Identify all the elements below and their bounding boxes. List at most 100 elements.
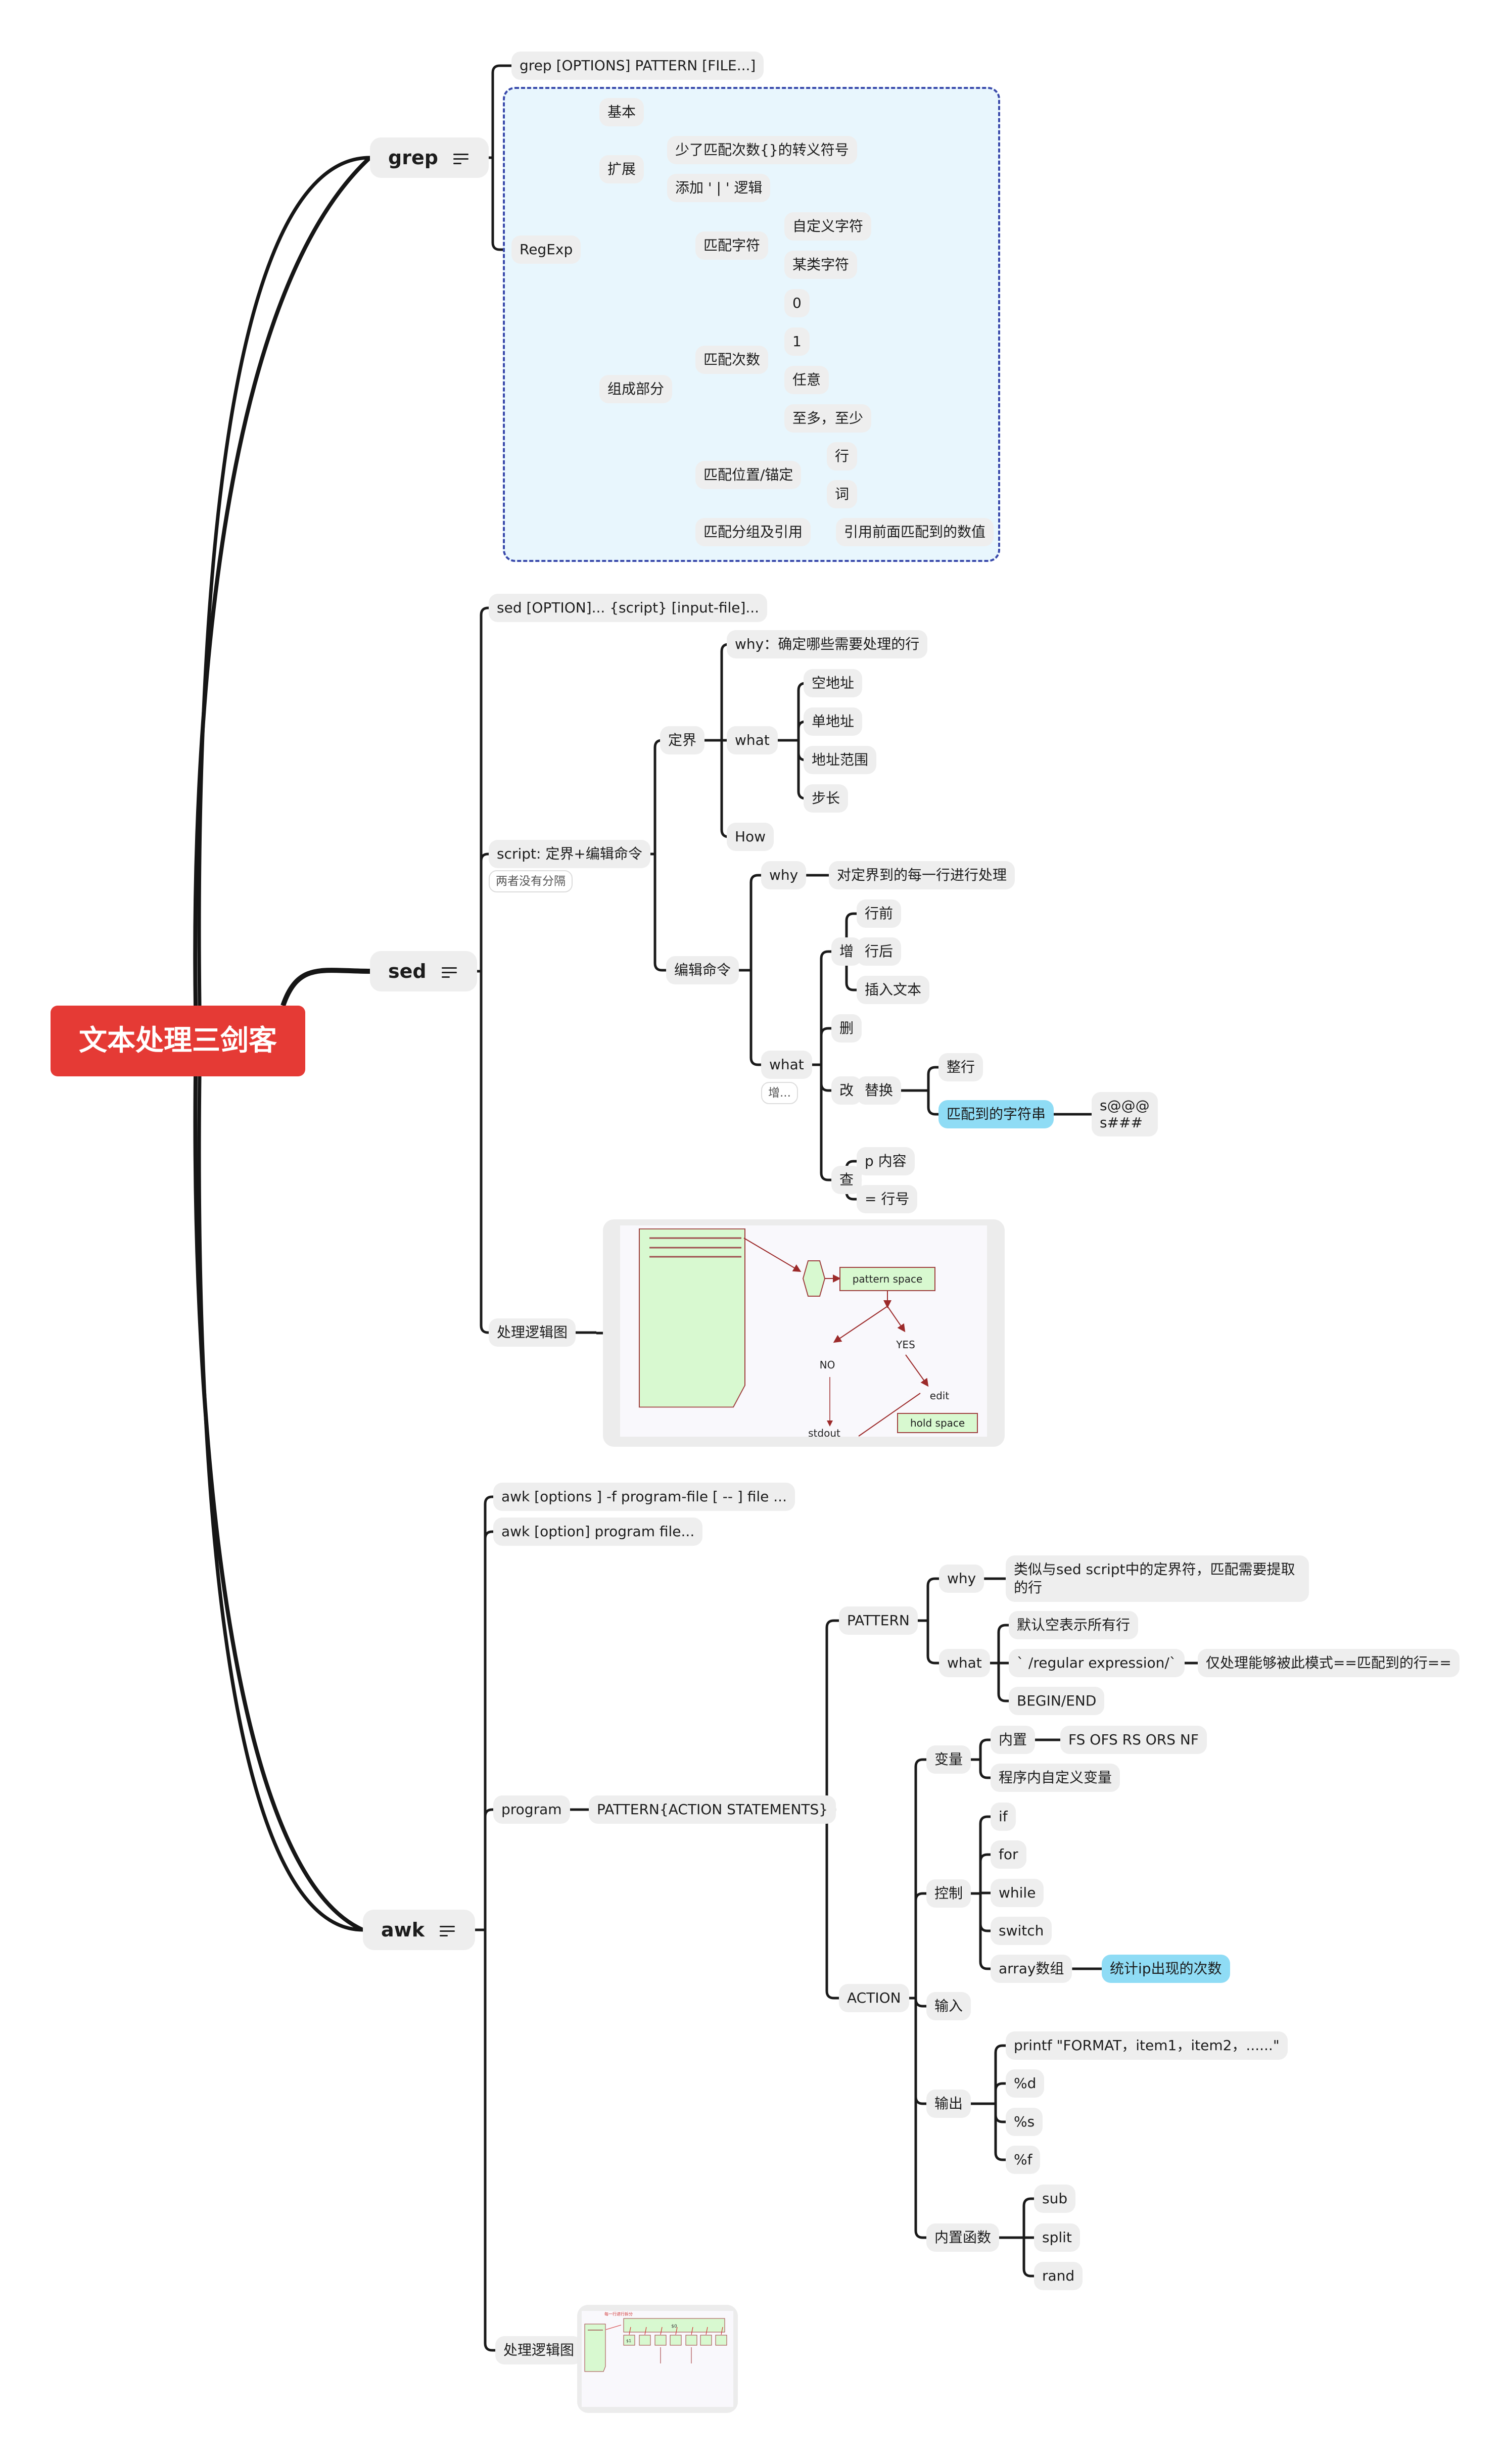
stdout-label: stdout (808, 1427, 840, 1437)
regex-detail[interactable]: 仅处理能够被此模式==匹配到的行== (1198, 1649, 1460, 1677)
notes-icon[interactable] (453, 153, 471, 165)
connector (979, 1770, 991, 1779)
output-item[interactable]: printf "FORMAT，item1，item2，......" (1006, 2031, 1288, 2060)
action-functions[interactable]: 内置函数 (926, 2223, 1000, 2252)
match-anchor[interactable]: 匹配位置/锚定 (695, 461, 802, 489)
edit-what-note[interactable]: 增... (761, 1082, 798, 1104)
vars-builtin-detail[interactable]: FS OFS RS ORS NF (1060, 1726, 1207, 1754)
root-topic[interactable]: 文本处理三剑客 (51, 1006, 305, 1076)
sed-script-note[interactable]: 两者没有分隔 (489, 870, 573, 892)
action-variables[interactable]: 变量 (926, 1745, 971, 1774)
match-chars-item[interactable]: 自定义字符 (784, 212, 872, 241)
address-what-item[interactable]: 空地址 (804, 669, 863, 697)
match-count-item[interactable]: 0 (784, 289, 810, 317)
edit-why[interactable]: why (761, 861, 807, 889)
edit-why-detail[interactable]: 对定界到的每一行进行处理 (829, 861, 1015, 889)
action-input[interactable]: 输入 (926, 1992, 971, 2020)
connector (820, 1083, 831, 1092)
topic-awk[interactable]: awk (363, 1910, 476, 1950)
pattern-what-item[interactable]: BEGIN/END (1009, 1687, 1105, 1715)
match-chars-item[interactable]: 某类字符 (784, 251, 858, 279)
output-item[interactable]: %s (1006, 2108, 1043, 2136)
vars-custom[interactable]: 程序内自定义变量 (991, 1764, 1120, 1792)
pattern-what[interactable]: what (939, 1649, 990, 1677)
grep-regexp[interactable]: RegExp (511, 235, 581, 264)
connector (1022, 2197, 1034, 2206)
sed-address[interactable]: 定界 (660, 726, 705, 754)
address-what-item[interactable]: 单地址 (804, 707, 863, 736)
awk-syntax-1[interactable]: awk [options ] -f program-file [ -- ] fi… (493, 1483, 795, 1511)
grep-syntax[interactable]: grep [OPTIONS] PATTERN [FILE...] (511, 52, 764, 80)
sed-syntax[interactable]: sed [OPTION]... {script} [input-file]... (489, 594, 768, 622)
replace-whole-line[interactable]: 整行 (938, 1053, 983, 1081)
connector (994, 2152, 1006, 2161)
edit-what[interactable]: what (761, 1051, 812, 1079)
address-what-item[interactable]: 步长 (804, 784, 849, 813)
match-count[interactable]: 匹配次数 (695, 346, 769, 374)
control-item[interactable]: for (991, 1840, 1026, 1869)
action-output[interactable]: 输出 (926, 2090, 971, 2118)
awk-pattern[interactable]: PATTERN (839, 1606, 918, 1635)
pattern-what-item[interactable]: ` /regular expression/` (1009, 1649, 1185, 1677)
match-count-item[interactable]: 任意 (784, 366, 829, 394)
match-count-item[interactable]: 至多，至少 (784, 404, 872, 433)
awk-program[interactable]: program (493, 1795, 570, 1824)
output-item[interactable]: %d (1006, 2069, 1045, 2098)
address-why[interactable]: why：确定哪些需要处理的行 (727, 630, 928, 658)
address-what-item[interactable]: 地址范围 (804, 746, 877, 774)
edit-query-item[interactable]: p 内容 (857, 1147, 915, 1175)
match-anchor-item[interactable]: 词 (827, 480, 858, 508)
sed-logic-diagram-topic[interactable]: 处理逻辑图 (489, 1318, 576, 1347)
function-item[interactable]: rand (1034, 2262, 1083, 2290)
output-item[interactable]: %f (1006, 2146, 1041, 2174)
connector (480, 606, 489, 615)
awk-logic-diagram-topic[interactable]: 处理逻辑图 (495, 2336, 583, 2364)
topic-grep[interactable]: grep (370, 137, 489, 178)
extended-item[interactable]: 添加 ' | ' 逻辑 (667, 174, 771, 202)
pattern-why[interactable]: why (939, 1565, 984, 1593)
connector (927, 1066, 938, 1075)
notes-icon[interactable] (440, 1925, 457, 1937)
pattern-what-item[interactable]: 默认空表示所有行 (1009, 1611, 1139, 1639)
regexp-extended[interactable]: 扩展 (599, 155, 644, 183)
edit-delete[interactable]: 删 (831, 1014, 862, 1043)
match-group-item[interactable]: 引用前面匹配到的数值 (836, 518, 994, 546)
action-control[interactable]: 控制 (926, 1879, 971, 1908)
awk-action[interactable]: ACTION (839, 1984, 909, 2012)
edit-query-item[interactable]: = 行号 (857, 1185, 918, 1213)
edit-add-item[interactable]: 行前 (857, 899, 902, 928)
address-what[interactable]: what (727, 726, 778, 754)
awk-syntax-2[interactable]: awk [option] program file... (493, 1518, 703, 1546)
address-how[interactable]: How (727, 823, 774, 851)
edit-add-item[interactable]: 行后 (857, 937, 902, 966)
control-item[interactable]: array数组 (991, 1955, 1072, 1983)
edit-add-item[interactable]: 插入文本 (857, 976, 930, 1004)
pattern-why-detail[interactable]: 类似与sed script中的定界符，匹配需要提取的行 (1006, 1555, 1309, 1602)
function-item[interactable]: sub (1034, 2185, 1076, 2213)
arrow (743, 1238, 802, 1272)
extended-item[interactable]: 少了匹配次数{}的转义符号 (667, 136, 857, 164)
match-count-item[interactable]: 1 (784, 327, 810, 356)
control-item[interactable]: while (991, 1879, 1044, 1907)
match-anchor-item[interactable]: 行 (827, 442, 858, 470)
matched-string-detail[interactable]: s@@@ s### (1092, 1092, 1158, 1136)
edit-replace[interactable]: 替换 (857, 1076, 902, 1105)
match-group[interactable]: 匹配分组及引用 (695, 518, 811, 546)
notes-icon[interactable] (441, 967, 459, 978)
regexp-basic[interactable]: 基本 (599, 98, 644, 126)
function-item[interactable]: split (1034, 2223, 1080, 2252)
connector (914, 2230, 926, 2239)
vars-builtin[interactable]: 内置 (991, 1726, 1036, 1754)
sed-script[interactable]: script: 定界+编辑命令 (489, 840, 650, 868)
regexp-components[interactable]: 组成部分 (599, 375, 673, 403)
sed-edit-command[interactable]: 编辑命令 (666, 956, 739, 984)
replace-matched-string[interactable]: 匹配到的字符串 (938, 1100, 1054, 1128)
topic-awk-label: awk (381, 1919, 425, 1941)
control-item[interactable]: switch (991, 1917, 1052, 1945)
match-chars[interactable]: 匹配字符 (695, 231, 769, 260)
array-detail[interactable]: 统计ip出现的次数 (1102, 1955, 1230, 1983)
awk-logic-diagram-image[interactable]: 每一行进行拆分 $0 $1 (577, 2305, 738, 2413)
control-item[interactable]: if (991, 1803, 1016, 1831)
topic-sed[interactable]: sed (370, 951, 477, 991)
awk-program-form[interactable]: PATTERN{ACTION STATEMENTS} (589, 1795, 836, 1824)
